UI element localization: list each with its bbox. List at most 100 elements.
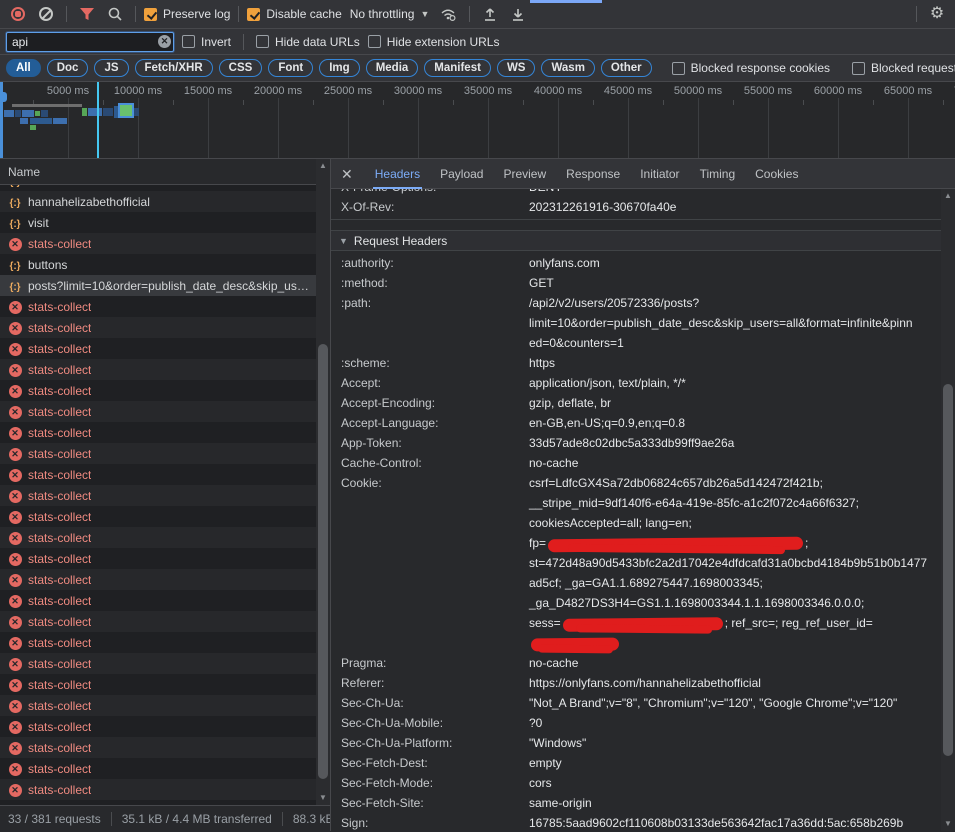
scrollbar-thumb[interactable] (943, 384, 953, 756)
header-value: /api2/v2/users/20572336/posts?limit=10&o… (529, 293, 941, 353)
timeline-minor-tick (313, 100, 314, 105)
timeline-cursor[interactable] (97, 82, 99, 158)
tab-cookies[interactable]: Cookies (745, 159, 808, 189)
requests-scrollbar[interactable]: ▲ ▼ (316, 159, 330, 805)
clear-filter-icon[interactable]: ✕ (158, 35, 171, 48)
request-row-posts-limit-10-order-publish-d[interactable]: {:}posts?limit=10&order=publish_date_des… (0, 275, 317, 296)
request-row-visit[interactable]: {:}visit (0, 212, 317, 233)
request-row-stats-collect[interactable]: ✕stats-collect (0, 296, 317, 317)
record-network-log-button[interactable] (6, 2, 30, 26)
tab-timing[interactable]: Timing (690, 159, 746, 189)
request-name: stats-collect (28, 762, 91, 776)
request-row-stats-collect[interactable]: ✕stats-collect (0, 527, 317, 548)
request-row-stats-collect[interactable]: ✕stats-collect (0, 569, 317, 590)
filter-chip-manifest[interactable]: Manifest (424, 59, 491, 77)
details-scrollbar[interactable]: ▲ ▼ (941, 189, 955, 831)
filter-toggle-button[interactable] (75, 2, 99, 26)
request-row-hannahelizabethofficial[interactable]: {:}hannahelizabethofficial (0, 191, 317, 212)
headers-content: X-Frame-Options: DENY X-Of-Rev:202312261… (331, 189, 955, 831)
filter-chip-css[interactable]: CSS (219, 59, 263, 77)
network-conditions-button[interactable] (437, 2, 461, 26)
close-details-icon[interactable]: ✕ (341, 167, 353, 181)
request-row-stats-collect[interactable]: ✕stats-collect (0, 401, 317, 422)
request-row-stats-collect[interactable]: ✕stats-collect (0, 653, 317, 674)
request-headers-section-header[interactable]: ▼ Request Headers (331, 230, 941, 251)
search-button[interactable] (103, 2, 127, 26)
scroll-down-icon[interactable]: ▼ (941, 818, 955, 830)
request-row-buttons[interactable]: {:}buttons (0, 254, 317, 275)
error-icon: ✕ (8, 383, 22, 398)
requests-count: 33 / 381 requests (8, 812, 101, 826)
tab-preview[interactable]: Preview (493, 159, 556, 189)
checkbox-blocked-requests[interactable]: Blocked requests (852, 61, 955, 75)
overview-selection-handle[interactable] (0, 82, 3, 158)
request-row-stats-collect[interactable]: ✕stats-collect (0, 737, 317, 758)
filter-chip-font[interactable]: Font (268, 59, 313, 77)
request-row-stats-collect[interactable]: ✕stats-collect (0, 380, 317, 401)
network-overview-timeline[interactable]: 5000 ms10000 ms15000 ms20000 ms25000 ms3… (0, 82, 955, 159)
request-row-stats-collect[interactable]: ✕stats-collect (0, 317, 317, 338)
settings-button[interactable]: ⚙ (925, 2, 949, 26)
request-row-stats-collect[interactable]: ✕stats-collect (0, 590, 317, 611)
request-row-stats-collect[interactable]: ✕stats-collect (0, 758, 317, 779)
response-headers-tail: X-Of-Rev:202312261916-30670fa40e (331, 197, 941, 220)
import-har-button[interactable] (478, 2, 502, 26)
request-row-stats-collect[interactable]: ✕stats-collect (0, 695, 317, 716)
request-row-stats-collect[interactable]: ✕stats-collect (0, 443, 317, 464)
name-column-header[interactable]: Name (0, 159, 330, 185)
preserve-log-checkbox[interactable]: Preserve log (144, 7, 230, 21)
checkbox-unchecked-icon (672, 62, 685, 75)
request-row-stats-collect[interactable]: ✕stats-collect (0, 611, 317, 632)
requests-panel: Name {:}init{:}hannahelizabethofficial{:… (0, 159, 331, 831)
toolbar-divider (135, 6, 136, 22)
request-row-stats-collect[interactable]: ✕stats-collect (0, 338, 317, 359)
filter-chip-all[interactable]: All (6, 59, 41, 77)
timeline-minor-tick (383, 100, 384, 105)
tab-response[interactable]: Response (556, 159, 630, 189)
timeline-gridline (768, 98, 769, 158)
request-row-stats-collect[interactable]: ✕stats-collect (0, 548, 317, 569)
checkbox-blocked-response-cookies[interactable]: Blocked response cookies (672, 61, 830, 75)
header-value: no-cache (529, 453, 941, 473)
tab-headers[interactable]: Headers (365, 159, 430, 189)
request-name: stats-collect (28, 321, 91, 335)
filter-chip-doc[interactable]: Doc (47, 59, 89, 77)
request-row-stats-collect[interactable]: ✕stats-collect (0, 464, 317, 485)
scroll-up-icon[interactable]: ▲ (316, 160, 330, 172)
hide-data-urls-checkbox[interactable]: Hide data URLs (256, 35, 360, 49)
request-row-stats-collect[interactable]: ✕stats-collect (0, 779, 317, 800)
request-row-stats-collect[interactable]: ✕stats-collect (0, 422, 317, 443)
request-name: stats-collect (28, 741, 91, 755)
filter-chip-media[interactable]: Media (366, 59, 419, 77)
disable-cache-checkbox[interactable]: Disable cache (247, 7, 341, 21)
filter-chip-other[interactable]: Other (601, 59, 652, 77)
filter-text-input[interactable] (6, 32, 174, 52)
request-row-stats-collect[interactable]: ✕stats-collect (0, 674, 317, 695)
hide-extension-urls-checkbox[interactable]: Hide extension URLs (368, 35, 500, 49)
export-har-button[interactable] (506, 2, 530, 26)
scroll-down-icon[interactable]: ▼ (316, 792, 330, 804)
request-row-stats-collect[interactable]: ✕stats-collect (0, 506, 317, 527)
scroll-up-icon[interactable]: ▲ (941, 190, 955, 202)
scrollbar-thumb[interactable] (318, 344, 328, 779)
request-row-stats-collect[interactable]: ✕stats-collect (0, 485, 317, 506)
request-headers-list: :authority:onlyfans.com:method:GET:path:… (331, 251, 941, 831)
tab-initiator[interactable]: Initiator (630, 159, 689, 189)
invert-checkbox[interactable]: Invert (182, 35, 231, 49)
request-name: stats-collect (28, 489, 91, 503)
request-row-stats-collect[interactable]: ✕stats-collect (0, 359, 317, 380)
request-row-stats-collect[interactable]: ✕stats-collect (0, 716, 317, 737)
clear-network-log-button[interactable] (34, 2, 58, 26)
toolbar-divider (469, 6, 470, 22)
filter-chip-img[interactable]: Img (319, 59, 359, 77)
filter-chip-js[interactable]: JS (94, 59, 128, 77)
request-row-stats-collect[interactable]: ✕stats-collect (0, 632, 317, 653)
timeline-gridline (68, 98, 69, 158)
request-row-stats-collect[interactable]: ✕stats-collect (0, 233, 317, 254)
tab-payload[interactable]: Payload (430, 159, 493, 189)
filter-chip-wasm[interactable]: Wasm (541, 59, 594, 77)
filter-chip-ws[interactable]: WS (497, 59, 536, 77)
throttling-dropdown[interactable]: No throttling ▼ (346, 7, 434, 21)
header-row-pragma: Pragma:no-cache (331, 653, 941, 673)
filter-chip-fetch-xhr[interactable]: Fetch/XHR (135, 59, 213, 77)
